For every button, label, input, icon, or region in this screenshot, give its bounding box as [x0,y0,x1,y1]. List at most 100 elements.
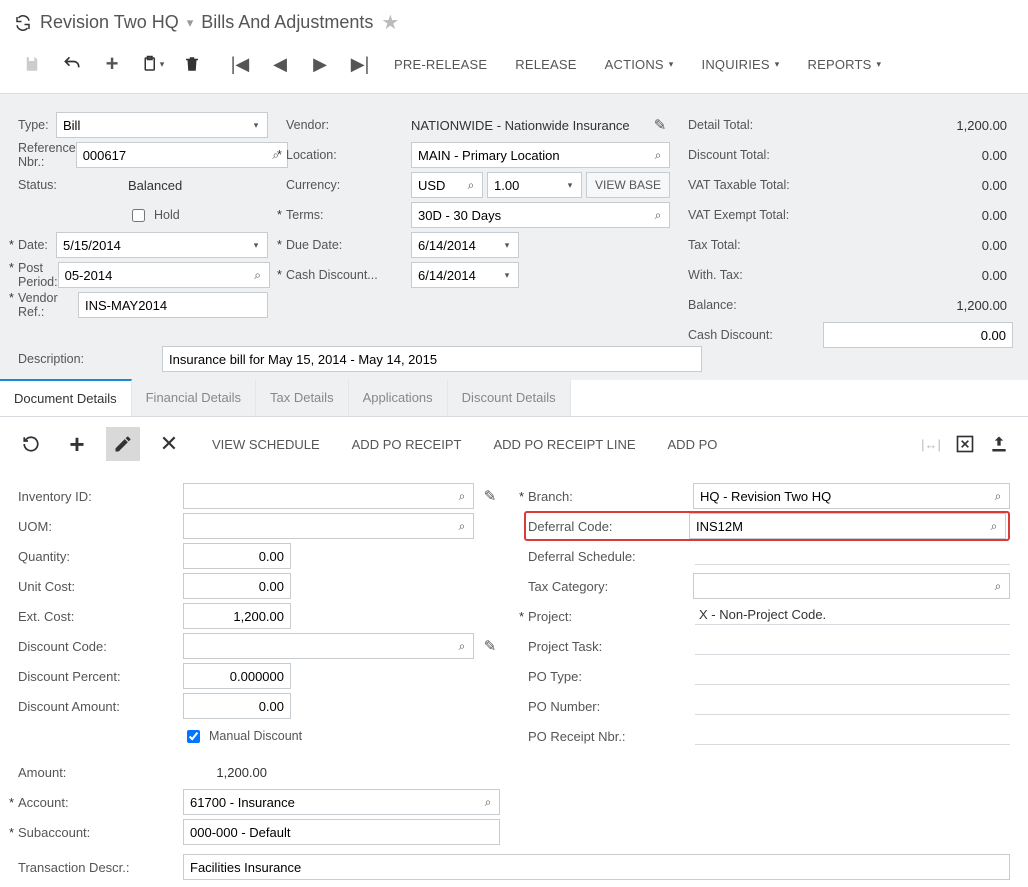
reference-nbr-field[interactable] [77,143,265,167]
terms-field[interactable] [412,203,647,227]
last-record-button[interactable]: ▶| [340,49,380,79]
description-label: Description: [18,352,128,366]
vat-exempt-label: VAT Exempt Total: [688,208,823,222]
post-period-field[interactable] [59,263,247,287]
balance-label: Balance: [688,298,823,312]
date-field[interactable] [57,233,245,257]
pre-release-button[interactable]: PRE-RELEASE [380,49,501,79]
inventory-id-field[interactable] [184,484,451,508]
subaccount-field[interactable] [184,820,499,844]
grid-delete-button[interactable]: ✕ [152,427,186,461]
po-number-label: PO Number: [528,699,693,714]
trash-button[interactable] [172,49,212,79]
deferral-code-field[interactable] [690,514,983,538]
currency-rate-field[interactable] [488,173,559,197]
pencil-icon[interactable]: ✎ [480,487,500,505]
search-icon[interactable]: ⌕ [647,148,669,163]
account-field[interactable] [184,790,477,814]
document-summary-form: Type: ▾ Reference Nbr.: ⌕ Status: Balanc… [0,93,1028,360]
search-icon[interactable]: ⌕ [987,489,1009,504]
grid-add-button[interactable]: + [60,427,94,461]
page-header: Revision Two HQ ▾ Bills And Adjustments … [0,0,1028,41]
breadcrumb-org[interactable]: Revision Two HQ [40,12,179,32]
transaction-descr-field[interactable] [184,855,1009,879]
add-po-receipt-line-button[interactable]: ADD PO RECEIPT LINE [479,429,649,459]
undo-button[interactable] [52,49,92,79]
search-icon[interactable]: ⌕ [451,639,473,654]
cash-discount-date-field[interactable] [412,263,496,287]
discount-percent-field[interactable] [184,664,290,688]
search-icon[interactable]: ⌕ [451,519,473,534]
upload-icon[interactable] [984,429,1014,459]
search-icon[interactable]: ⌕ [477,795,499,810]
chevron-down-icon[interactable]: ▾ [496,270,518,281]
tab-bar: Document Details Financial Details Tax D… [0,380,1028,417]
description-field[interactable] [163,347,701,371]
tab-financial-details[interactable]: Financial Details [132,380,256,416]
first-record-button[interactable]: |◀ [220,49,260,79]
view-base-button[interactable]: VIEW BASE [586,172,670,198]
hold-checkbox[interactable] [132,209,145,222]
unit-cost-field[interactable] [184,574,290,598]
tax-category-field[interactable] [694,574,987,598]
ext-cost-field[interactable] [184,604,290,628]
status-value: Balanced [128,178,182,193]
search-icon[interactable]: ⌕ [247,268,269,283]
prev-record-button[interactable]: ◀ [260,49,300,79]
pencil-icon[interactable]: ✎ [650,116,670,134]
type-field[interactable] [57,113,245,137]
chevron-down-icon[interactable]: ▾ [245,120,267,131]
currency-field[interactable] [412,173,460,197]
next-record-button[interactable]: ▶ [300,49,340,79]
search-icon[interactable]: ⌕ [460,178,482,193]
uom-field[interactable] [184,514,451,538]
search-icon[interactable]: ⌕ [265,148,287,163]
search-icon[interactable]: ⌕ [451,489,473,504]
grid-edit-button[interactable] [106,427,140,461]
tab-discount-details[interactable]: Discount Details [448,380,571,416]
manual-discount-checkbox[interactable] [187,730,200,743]
inquiries-menu[interactable]: INQUIRIES▾ [688,49,794,79]
release-button[interactable]: RELEASE [501,49,590,79]
grid-toolbar: + ✕ VIEW SCHEDULE ADD PO RECEIPT ADD PO … [0,417,1028,475]
date-label: Date: [18,238,56,252]
project-value: X - Non-Project Code. [695,607,1010,625]
reports-menu[interactable]: REPORTS▾ [794,49,896,79]
discount-percent-label: Discount Percent: [18,669,183,684]
refresh-icon[interactable] [14,14,32,32]
location-field[interactable] [412,143,647,167]
add-button[interactable]: + [92,49,132,79]
branch-field[interactable] [694,484,987,508]
project-task-label: Project Task: [528,639,693,654]
star-icon[interactable]: ★ [381,10,399,35]
chevron-down-icon[interactable]: ▾ [245,240,267,251]
tab-document-details[interactable]: Document Details [0,379,132,416]
discount-amount-field[interactable] [184,694,290,718]
tax-total-label: Tax Total: [688,238,823,252]
clipboard-button[interactable]: ▾ [132,49,172,79]
discount-code-field[interactable] [184,634,451,658]
with-tax-label: With. Tax: [688,268,823,282]
main-toolbar: + ▾ |◀ ◀ ▶ ▶| PRE-RELEASE RELEASE ACTION… [0,41,1028,93]
cash-discount-field[interactable] [824,323,1012,347]
export-excel-icon[interactable] [950,429,980,459]
search-icon[interactable]: ⌕ [987,579,1009,594]
search-icon[interactable]: ⌕ [983,519,1005,534]
tab-applications[interactable]: Applications [349,380,448,416]
ext-cost-label: Ext. Cost: [18,609,183,624]
chevron-down-icon[interactable]: ▾ [496,240,518,251]
vendor-ref-field[interactable] [79,293,267,317]
quantity-field[interactable] [184,544,290,568]
line-detail-form: Inventory ID: ⌕ ✎ UOM: ⌕ Quantity: Unit … [0,475,1028,857]
actions-menu[interactable]: ACTIONS▾ [591,49,688,79]
add-po-receipt-button[interactable]: ADD PO RECEIPT [338,429,476,459]
pencil-icon[interactable]: ✎ [480,637,500,655]
due-date-field[interactable] [412,233,496,257]
search-icon[interactable]: ⌕ [647,208,669,223]
column-width-icon[interactable]: |↔| [916,429,946,459]
tab-tax-details[interactable]: Tax Details [256,380,349,416]
grid-refresh-button[interactable] [14,427,48,461]
chevron-down-icon[interactable]: ▾ [559,180,581,191]
view-schedule-button[interactable]: VIEW SCHEDULE [198,429,334,459]
add-po-button[interactable]: ADD PO [654,429,732,459]
